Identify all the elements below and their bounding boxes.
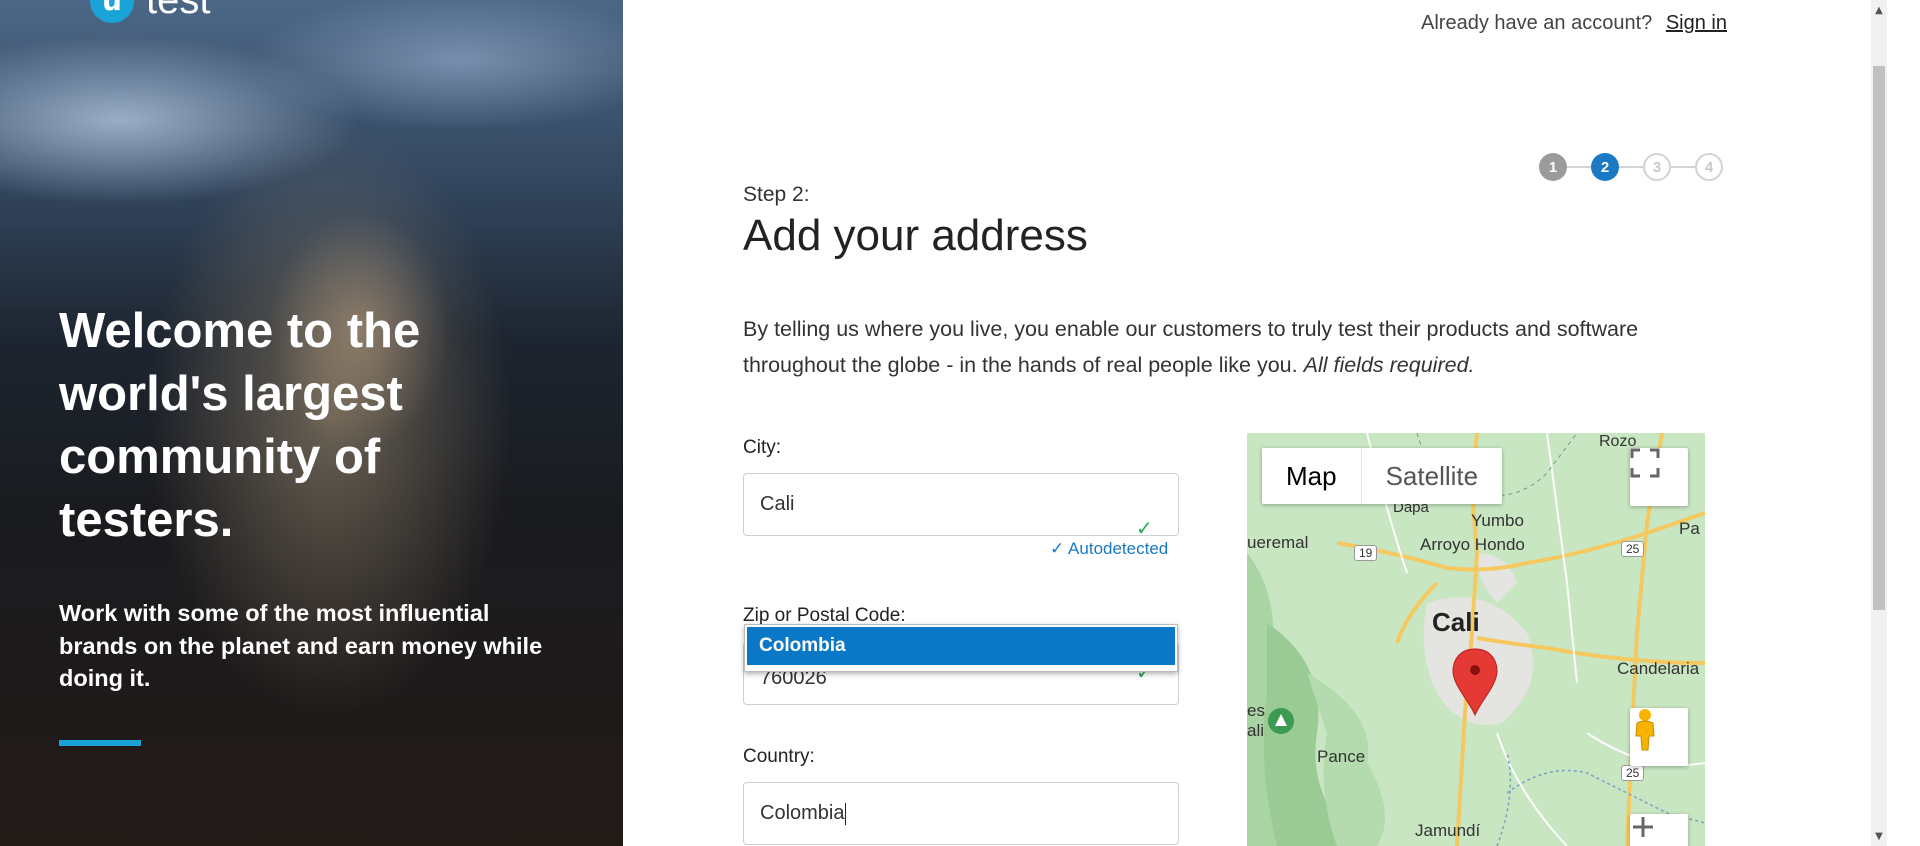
plus-icon: [1633, 817, 1653, 837]
step-connector: [1567, 166, 1591, 168]
fullscreen-button[interactable]: [1630, 448, 1688, 506]
step-4: 4: [1695, 153, 1723, 181]
map-label-jamundi: Jamundí: [1415, 821, 1481, 840]
map-type-control: Map Satellite: [1262, 448, 1503, 504]
map-route-19: 19: [1354, 545, 1378, 561]
country-value: Colombia: [760, 802, 845, 824]
map-route-25-north: 25: [1621, 541, 1645, 557]
hero-panel: u test Welcome to the world's largest co…: [0, 0, 623, 846]
page-title: Add your address: [743, 211, 1088, 260]
step-2: 2: [1591, 153, 1619, 181]
location-map[interactable]: Rozo Dapa Yumbo Pa ueremal Arroyo Hondo …: [1247, 433, 1705, 846]
map-label-ali: ali: [1247, 721, 1265, 740]
autodetected-label: Autodetected: [1068, 539, 1169, 558]
city-check-icon: ✓: [1136, 516, 1153, 540]
map-label-arroyo-hondo: Arroyo Hondo: [1420, 535, 1525, 554]
signin-prompt: Already have an account? Sign in: [1421, 12, 1727, 35]
map-label-cali: Cali: [1432, 607, 1480, 637]
fullscreen-icon: [1630, 448, 1660, 478]
map-type-map-button[interactable]: Map: [1262, 448, 1361, 504]
progress-stepper: 1 2 3 4: [1539, 153, 1723, 181]
step-1: 1: [1539, 153, 1567, 181]
suggestion-colombia[interactable]: Colombia: [747, 627, 1175, 665]
scroll-up-icon[interactable]: ▲: [1871, 2, 1887, 18]
step-3: 3: [1643, 153, 1671, 181]
intro-body: By telling us where you live, you enable…: [743, 317, 1639, 377]
scroll-down-icon[interactable]: ▼: [1871, 828, 1887, 844]
scroll-thumb[interactable]: [1873, 66, 1885, 610]
map-label-queremal: ueremal: [1247, 533, 1309, 552]
street-view-button[interactable]: [1630, 708, 1688, 766]
zoom-in-button[interactable]: [1630, 814, 1688, 846]
map-route-25-south: 25: [1621, 765, 1645, 781]
map-label-pance: Pance: [1317, 747, 1366, 766]
utest-logo[interactable]: u test: [90, 0, 210, 23]
autodetect-check-icon: ✓: [1050, 539, 1065, 558]
hero-headline: Welcome to the world's largest community…: [59, 304, 421, 547]
already-account-text: Already have an account?: [1421, 12, 1653, 34]
page-scrollbar[interactable]: ▲ ▼: [1871, 0, 1887, 846]
text-caret: [845, 802, 847, 825]
intro-text: By telling us where you live, you enable…: [743, 311, 1703, 383]
hero-subtext: Work with some of the most influential b…: [59, 600, 543, 691]
country-input[interactable]: Colombia: [743, 782, 1179, 845]
logo-mark: u: [90, 0, 134, 23]
map-label-pa: Pa: [1679, 519, 1700, 538]
logo-text: test: [146, 0, 211, 22]
country-label: Country:: [743, 746, 815, 767]
map-label-es: es: [1247, 701, 1265, 720]
city-value: Cali: [760, 493, 795, 515]
map-type-satellite-button[interactable]: Satellite: [1362, 448, 1503, 504]
step-connector: [1619, 166, 1643, 168]
step-label: Step 2:: [743, 183, 810, 206]
map-label-yumbo: Yumbo: [1471, 511, 1524, 530]
required-note: All fields required.: [1303, 353, 1475, 377]
accent-bar: [59, 740, 141, 746]
map-label-candelaria: Candelaria: [1617, 659, 1700, 678]
city-input[interactable]: Cali: [743, 473, 1179, 536]
pegman-icon: [1635, 709, 1655, 751]
country-suggestions: Colombia: [744, 624, 1178, 672]
step-connector: [1671, 166, 1695, 168]
autodetected-note: ✓ Autodetected: [1050, 539, 1168, 559]
signin-link[interactable]: Sign in: [1666, 12, 1727, 34]
city-label: City:: [743, 437, 781, 458]
